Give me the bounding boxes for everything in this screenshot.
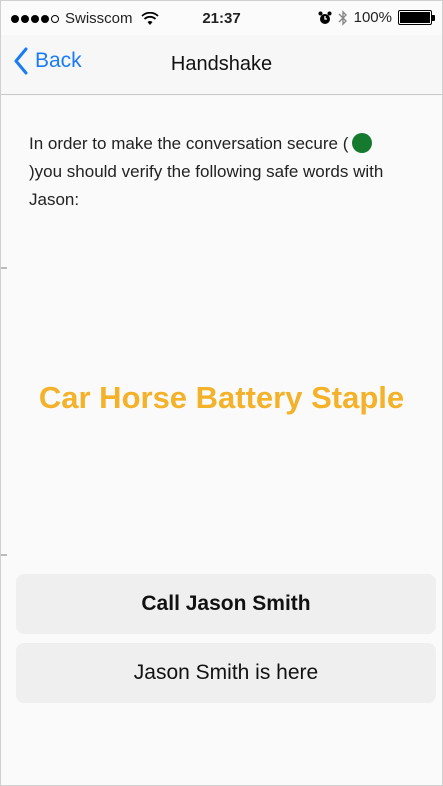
battery-percent: 100%	[353, 9, 392, 26]
divider	[1, 267, 7, 269]
divider	[1, 554, 7, 556]
alarm-icon	[318, 11, 332, 24]
instruction-part-2: )you should verify the following safe wo…	[29, 162, 384, 209]
status-right: 100%	[318, 9, 435, 26]
call-contact-button[interactable]: Call Jason Smith	[16, 574, 436, 634]
secure-status-icon	[352, 133, 373, 153]
battery-icon	[398, 10, 435, 25]
navigation-bar: Back Handshake	[1, 35, 442, 95]
status-bar: Swisscom 21:37 100%	[1, 1, 442, 35]
chevron-left-icon	[14, 47, 28, 75]
phone-screen: Swisscom 21:37 100% Back Handshake In or…	[0, 0, 443, 786]
back-button[interactable]: Back	[13, 47, 82, 75]
back-label: Back	[35, 49, 82, 72]
handshake-content: In order to make the conversation secure…	[1, 96, 442, 785]
safe-words: Car Horse Battery Staple	[38, 380, 405, 415]
instruction-part-1: In order to make the conversation secure…	[29, 134, 349, 153]
bluetooth-icon	[338, 9, 347, 26]
instruction-text: In order to make the conversation secure…	[29, 130, 437, 214]
contact-is-here-button[interactable]: Jason Smith is here	[16, 643, 436, 703]
